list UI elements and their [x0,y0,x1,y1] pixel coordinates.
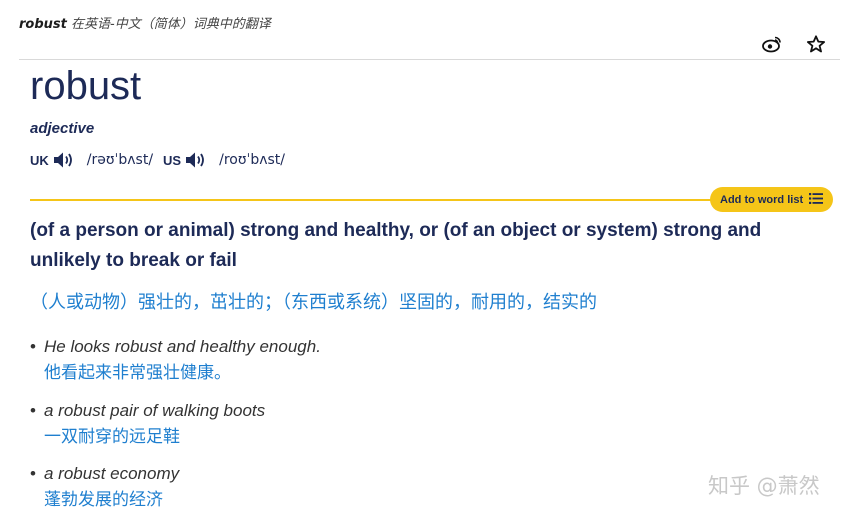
breadcrumb-word[interactable]: robust [19,17,67,32]
part-of-speech: adjective [30,120,95,137]
breadcrumb-text: 在英语-中文（简体）词典中的翻译 [71,17,271,32]
definition-translation: （人或动物）强壮的，茁壮的；（东西或系统）坚固的，耐用的，结实的 [30,292,597,313]
speaker-uk-icon[interactable] [53,151,75,169]
header-divider [19,59,840,60]
example-en: a robust economy [30,461,179,487]
pronunciations: UK /rəʊˈbʌst/ US /roʊˈbʌst/ [30,151,295,169]
region-us: US [163,152,182,168]
example-en: He looks robust and healthy enough. [30,334,321,360]
star-icon[interactable] [805,33,827,55]
ipa-uk: /rəʊˈbʌst/ [86,152,154,168]
speaker-us-icon[interactable] [185,151,207,169]
watermark: 知乎 @萧然 [708,474,820,498]
definition: (of a person or animal) strong and healt… [30,220,762,271]
example-item: He looks robust and healthy enough. 他看起来… [30,334,321,386]
breadcrumb: robust 在英语-中文（简体）词典中的翻译 [19,13,271,32]
headword: robust [30,64,142,108]
weibo-icon[interactable] [761,33,783,55]
example-zh: 蓬勃发展的经济 [44,490,163,510]
add-to-word-list-button[interactable]: Add to word list [710,187,834,212]
example-en: a robust pair of walking boots [30,398,265,424]
share-icons [761,33,827,55]
list-icon [809,192,824,207]
example-item: a robust economy 蓬勃发展的经济 [30,461,179,513]
example-zh: 他看起来非常强壮健康。 [44,363,231,383]
example-item: a robust pair of walking boots 一双耐穿的远足鞋 [30,398,265,450]
example-zh: 一双耐穿的远足鞋 [44,427,180,447]
ipa-us: /roʊˈbʌst/ [219,152,286,168]
region-uk: UK [30,152,49,168]
sense-divider [30,199,720,201]
top-bar: robust 在英语-中文（简体）词典中的翻译 [0,0,865,60]
add-to-word-list-label: Add to word list [720,193,804,206]
